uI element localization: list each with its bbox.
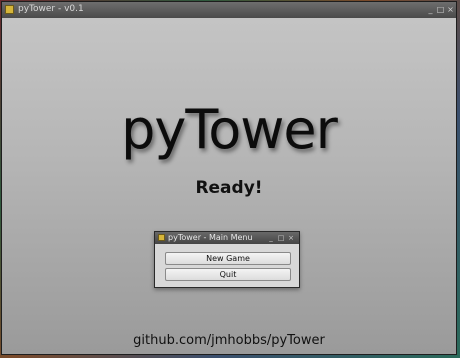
status-text: Ready! [195,178,263,198]
game-canvas[interactable]: pyTower Ready! pyTower - Main Menu _ □ ×… [2,18,456,354]
dialog-app-icon[interactable] [158,234,165,241]
quit-button[interactable]: Quit [165,268,291,281]
main-menu-dialog: pyTower - Main Menu _ □ × New Game Quit [154,231,300,288]
new-game-button[interactable]: New Game [165,252,291,265]
dialog-title: pyTower - Main Menu [168,233,253,242]
main-window: pyTower - v0.1 _ □ × pyTower Ready! pyTo… [1,1,457,355]
minimize-icon[interactable]: _ [426,5,435,14]
maximize-icon[interactable]: □ [436,5,445,14]
game-logo: pyTower [121,98,338,161]
close-icon[interactable]: × [446,5,455,14]
window-title-bar[interactable]: pyTower - v0.1 _ □ × [2,2,456,18]
dialog-maximize-icon[interactable]: □ [277,234,285,242]
window-title: pyTower - v0.1 [18,4,84,14]
dialog-title-bar[interactable]: pyTower - Main Menu _ □ × [155,232,299,244]
github-link: github.com/jmhobbs/pyTower [133,333,325,348]
app-icon[interactable] [5,5,14,14]
dialog-close-icon[interactable]: × [287,234,295,242]
dialog-minimize-icon[interactable]: _ [267,234,275,242]
